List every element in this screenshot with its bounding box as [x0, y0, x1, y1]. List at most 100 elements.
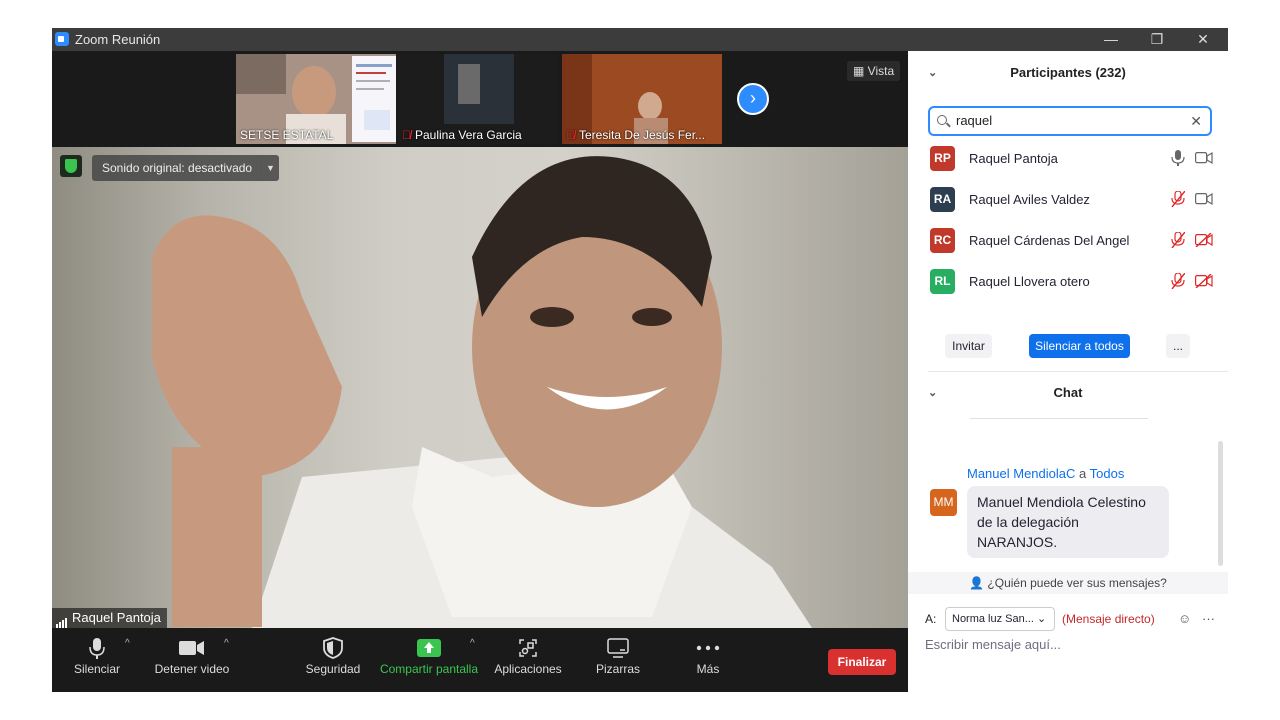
who-can-see-messages-link[interactable]: 👤 ¿Quién puede ver sus mensajes?	[908, 572, 1228, 594]
view-label: Vista	[867, 64, 895, 78]
search-icon	[937, 115, 947, 125]
whiteboard-icon	[607, 638, 629, 658]
thumb-label: 🎙̸ Paulina Vera Garcia	[402, 128, 522, 142]
who-sees-text: ¿Quién puede ver sus mensajes?	[987, 576, 1167, 590]
collapse-chat-chevron-icon[interactable]: ⌄	[928, 373, 937, 413]
audio-options-chevron-icon[interactable]: ^	[125, 638, 130, 649]
more-dots-icon	[696, 645, 720, 651]
invite-button[interactable]: Invitar	[945, 334, 992, 358]
camera-off-icon[interactable]	[1195, 233, 1213, 247]
thumb-label-text: Teresita De Jesús Fer...	[579, 128, 706, 142]
avatar: RC	[930, 228, 955, 253]
security-button[interactable]: Seguridad	[302, 634, 364, 676]
participants-more-button[interactable]: ...	[1166, 334, 1190, 358]
chat-message-line: Manuel Mendiola Celestino	[977, 494, 1146, 510]
panel-divider	[928, 371, 1228, 372]
video-area: SETSE ESTATAL 🎙̸ Paulina Vera Garcia 🎙̸ Te…	[52, 51, 908, 692]
speaker-video-frame	[152, 156, 812, 628]
apps-label: Aplicaciones	[494, 662, 562, 676]
collapse-participants-chevron-icon[interactable]: ⌄	[928, 53, 937, 93]
share-screen-button[interactable]: Compartir pantalla	[377, 634, 481, 676]
mute-button[interactable]: Silenciar	[72, 634, 122, 676]
stop-video-label: Detener video	[154, 662, 230, 676]
next-page-button[interactable]: ›	[737, 83, 769, 115]
participant-name: Raquel Pantoja	[969, 151, 1058, 166]
previous-message-edge	[970, 418, 1148, 419]
emoji-icon[interactable]: ☺	[1178, 607, 1191, 631]
end-meeting-button[interactable]: Finalizar	[828, 649, 896, 675]
clear-search-icon[interactable]: ✕	[1190, 108, 1202, 134]
security-label: Seguridad	[305, 662, 361, 676]
chat-recipient-row: A: Norma luz San... ⌄ (Mensaje directo) …	[925, 607, 1225, 631]
apps-button[interactable]: Aplicaciones	[492, 634, 564, 676]
participant-name: Raquel Aviles Valdez	[969, 192, 1090, 207]
search-value: raquel	[956, 113, 993, 128]
stop-video-button[interactable]: Detener video	[152, 634, 232, 676]
share-screen-icon	[417, 639, 441, 657]
avatar: RA	[930, 187, 955, 212]
participant-row[interactable]: RL Raquel Llovera otero	[930, 267, 1220, 297]
participant-search-input[interactable]: raquel ✕	[928, 106, 1212, 136]
active-speaker-video: Sonido original: desactivado ▼ Raquel Pa…	[52, 147, 908, 628]
share-label: Compartir pantalla	[379, 662, 479, 676]
chat-message-header: Manuel MendiolaC a Todos	[967, 466, 1124, 481]
title-bar: Zoom Reunión — ❐ ✕	[52, 28, 1228, 51]
original-sound-toggle[interactable]: Sonido original: desactivado	[92, 155, 263, 181]
recipient-select[interactable]: Norma luz San... ⌄	[945, 607, 1055, 631]
video-options-chevron-icon[interactable]: ^	[224, 638, 229, 649]
chat-header: ⌄ Chat	[908, 373, 1228, 413]
thumb-teresita[interactable]: 🎙̸ Teresita De Jesús Fer...	[562, 54, 722, 144]
thumb-setse-estatal[interactable]: SETSE ESTATAL	[236, 54, 396, 144]
encryption-shield-icon[interactable]	[60, 155, 82, 177]
participants-title: Participantes (232)	[1010, 65, 1126, 80]
signal-bars-icon	[56, 608, 68, 628]
chat-sender[interactable]: Manuel MendiolaC	[967, 466, 1075, 481]
participant-strip: SETSE ESTATAL 🎙̸ Paulina Vera Garcia 🎙̸ Te…	[52, 51, 908, 147]
mic-muted-icon: 🎙̸	[566, 128, 575, 142]
avatar: RL	[930, 269, 955, 294]
thumb-paulina-vera-garcia[interactable]: 🎙̸ Paulina Vera Garcia	[398, 54, 558, 144]
whiteboards-button[interactable]: Pizarras	[592, 634, 644, 676]
speaker-name: Raquel Pantoja	[72, 610, 161, 625]
window-title: Zoom Reunión	[75, 32, 161, 47]
recipient-value: Norma luz San...	[952, 613, 1034, 625]
thumb-label: 🎙̸ Teresita De Jesús Fer...	[566, 128, 705, 142]
microphone-muted-icon[interactable]	[1171, 232, 1185, 248]
chevron-down-icon: ⌄	[1036, 613, 1047, 625]
mic-muted-icon: 🎙̸	[402, 128, 411, 142]
camera-icon[interactable]	[1195, 192, 1213, 206]
meeting-toolbar: Silenciar ^ Detener video ^ Seguridad Co…	[52, 628, 908, 692]
person-info-icon: 👤	[969, 576, 988, 590]
more-button[interactable]: Más	[688, 634, 728, 676]
camera-icon[interactable]	[1195, 151, 1213, 165]
microphone-muted-icon[interactable]	[1171, 191, 1185, 207]
direct-message-label: (Mensaje directo)	[1062, 612, 1155, 626]
close-button[interactable]: ✕	[1180, 28, 1226, 51]
whiteboards-label: Pizarras	[595, 662, 640, 676]
chat-recipient[interactable]: Todos	[1090, 466, 1125, 481]
chat-more-icon[interactable]: ···	[1202, 607, 1215, 631]
chat-scrollbar[interactable]	[1218, 441, 1223, 566]
participant-name: Raquel Llovera otero	[969, 274, 1090, 289]
avatar: MM	[930, 489, 957, 516]
participants-header: ⌄ Participantes (232)	[908, 53, 1228, 93]
avatar: RP	[930, 146, 955, 171]
chat-title: Chat	[1053, 385, 1083, 400]
chat-message-input[interactable]: Escribir mensaje aquí...	[925, 637, 1061, 652]
camera-off-icon[interactable]	[1195, 274, 1213, 288]
minimize-button[interactable]: —	[1088, 28, 1134, 51]
zoom-window: Zoom Reunión — ❐ ✕ SETSE ESTATAL 🎙̸ Paul…	[52, 28, 1228, 692]
microphone-muted-icon[interactable]	[1171, 273, 1185, 289]
apps-icon	[519, 639, 537, 657]
original-sound-dropdown[interactable]: ▼	[261, 155, 279, 181]
participant-row[interactable]: RA Raquel Aviles Valdez	[930, 185, 1220, 215]
participant-row[interactable]: RP Raquel Pantoja	[930, 144, 1220, 174]
share-options-chevron-icon[interactable]: ^	[470, 638, 475, 649]
view-button[interactable]: ▦ Vista	[847, 61, 901, 81]
mute-all-button[interactable]: Silenciar a todos	[1029, 334, 1130, 358]
microphone-icon[interactable]	[1171, 150, 1185, 166]
chat-message-line: de la delegación	[977, 514, 1079, 530]
maximize-button[interactable]: ❐	[1134, 28, 1180, 51]
participant-row[interactable]: RC Raquel Cárdenas Del Angel	[930, 226, 1220, 256]
zoom-logo-icon	[55, 32, 69, 46]
